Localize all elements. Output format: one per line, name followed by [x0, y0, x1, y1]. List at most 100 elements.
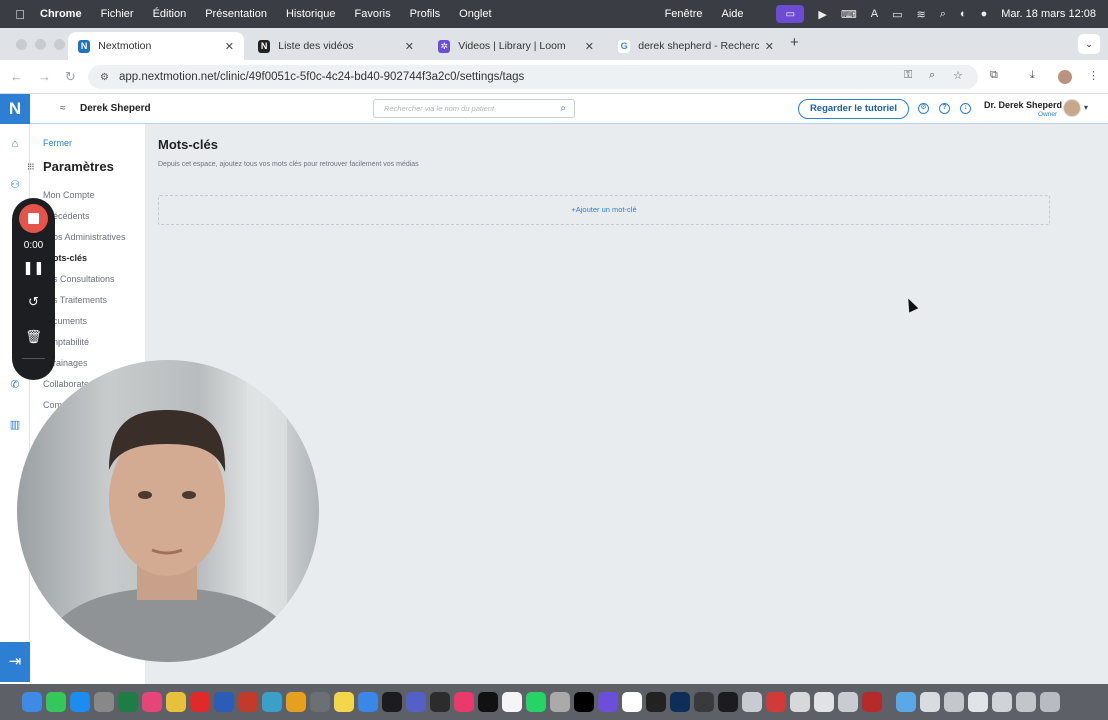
- phone-icon[interactable]: ✆: [8, 378, 22, 391]
- tab-loom[interactable]: ✲ Videos | Library | Loom ✕: [428, 32, 604, 60]
- trash-icon[interactable]: 🗑: [12, 329, 55, 345]
- stop-recording-button[interactable]: [19, 204, 48, 233]
- address-bar[interactable]: ⚙ app.nextmotion.net/clinic/49f0051c-5f0…: [88, 65, 978, 89]
- reload-icon[interactable]: ↻: [65, 69, 76, 85]
- terminal-icon[interactable]: [718, 692, 738, 712]
- menu-presentation[interactable]: Présentation: [205, 8, 267, 20]
- whatsapp-icon[interactable]: [526, 692, 546, 712]
- photos-icon[interactable]: [286, 692, 306, 712]
- stats-icon[interactable]: ▥: [8, 418, 22, 431]
- document-icon[interactable]: [944, 692, 964, 712]
- screenshot-icon[interactable]: [430, 692, 450, 712]
- notion-icon[interactable]: [622, 692, 642, 712]
- excel-icon[interactable]: [118, 692, 138, 712]
- site-info-icon[interactable]: ⚙: [100, 72, 109, 83]
- new-tab-icon[interactable]: +: [790, 34, 799, 51]
- sidebar-item-comptabilite[interactable]: nptabilité: [53, 337, 89, 347]
- chevron-down-icon[interactable]: ▾: [1084, 103, 1088, 112]
- sidebar-item-mon-compte[interactable]: Mon Compte: [43, 190, 95, 200]
- add-keyword-button[interactable]: +Ajouter un mot-clé: [158, 195, 1050, 225]
- menu-onglet[interactable]: Onglet: [459, 8, 491, 20]
- download-circle-icon[interactable]: ↓: [960, 103, 971, 114]
- pause-icon[interactable]: ❚❚: [12, 260, 55, 276]
- nextmotion-logo[interactable]: N: [0, 94, 30, 124]
- close-tab-icon[interactable]: ✕: [585, 40, 594, 53]
- patient-search-input[interactable]: Rechercher via le nom du patient ⌕: [373, 99, 575, 118]
- play-icon[interactable]: ▶: [818, 8, 826, 21]
- messages-icon[interactable]: [46, 692, 66, 712]
- notes-icon[interactable]: [334, 692, 354, 712]
- tiktok-icon[interactable]: [574, 692, 594, 712]
- tutorial-button[interactable]: Regarder le tutoriel: [798, 99, 909, 119]
- search-icon[interactable]: ⌕: [560, 100, 566, 117]
- menu-fichier[interactable]: Fichier: [101, 8, 134, 20]
- close-tab-icon[interactable]: ✕: [405, 40, 414, 53]
- sidebar-item-consultations[interactable]: s Consultations: [53, 274, 115, 284]
- keyboard-icon[interactable]: ⌨: [841, 8, 857, 21]
- settings-gear-icon[interactable]: ⚙: [918, 103, 929, 114]
- spotlight-icon[interactable]: ⌕: [940, 8, 946, 21]
- logout-icon[interactable]: ⇥: [0, 642, 30, 682]
- url-text[interactable]: app.nextmotion.net/clinic/49f0051c-5f0c-…: [119, 71, 524, 83]
- sidebar-item-antecedents[interactable]: écédents: [53, 211, 90, 221]
- system-preferences-icon[interactable]: [310, 692, 330, 712]
- menu-favoris[interactable]: Favoris: [355, 8, 391, 20]
- chrome-menu-icon[interactable]: ⋮: [1088, 69, 1099, 82]
- word-icon[interactable]: [214, 692, 234, 712]
- sidebar-item-documents[interactable]: cuments: [53, 316, 87, 326]
- wifi-icon[interactable]: ≋: [917, 8, 926, 21]
- photoshop-icon[interactable]: [670, 692, 690, 712]
- forward-icon[interactable]: →: [38, 69, 51, 84]
- password-key-icon[interactable]: ⚿: [904, 69, 912, 82]
- battery-icon[interactable]: ▭: [892, 8, 902, 21]
- tab-liste-videos[interactable]: N Liste des vidéos ✕: [248, 32, 424, 60]
- folder-icon[interactable]: [896, 692, 916, 712]
- document-icon[interactable]: [968, 692, 988, 712]
- loom-icon[interactable]: [598, 692, 618, 712]
- home-icon[interactable]: ⌂: [8, 138, 22, 150]
- sidebar-item-infos-administratives[interactable]: os Administratives: [53, 232, 126, 242]
- download-icon[interactable]: ⤓: [1030, 69, 1035, 82]
- close-settings-link[interactable]: Fermer: [43, 138, 72, 148]
- user-name[interactable]: Dr. Derek Sheperd: [984, 100, 1062, 110]
- patients-icon[interactable]: ⚇: [8, 178, 22, 191]
- profile-avatar[interactable]: [1058, 70, 1072, 84]
- close-tab-icon[interactable]: ✕: [225, 40, 234, 53]
- close-tab-icon[interactable]: ✕: [765, 40, 774, 53]
- minimize-window-icon[interactable]: [35, 39, 46, 50]
- tab-search-chevron-icon[interactable]: ⌄: [1078, 34, 1100, 54]
- menubar-clock[interactable]: Mar. 18 mars 12:08: [1001, 8, 1096, 20]
- sidebar-item-traitements[interactable]: s Traitements: [53, 295, 107, 305]
- calendar-icon[interactable]: [502, 692, 522, 712]
- app-icon[interactable]: [814, 692, 834, 712]
- apple-icon[interactable]: : [0, 7, 40, 22]
- control-center-icon[interactable]: ◐: [960, 8, 967, 20]
- menu-chrome[interactable]: Chrome: [40, 8, 82, 20]
- input-source-icon[interactable]: A: [871, 8, 878, 20]
- powerpoint-icon[interactable]: [238, 692, 258, 712]
- document-icon[interactable]: [920, 692, 940, 712]
- screen-recording-icon[interactable]: ▭: [776, 5, 805, 23]
- teams-icon[interactable]: [406, 692, 426, 712]
- chatgpt-icon[interactable]: [646, 692, 666, 712]
- menu-edition[interactable]: Édition: [153, 8, 187, 20]
- back-icon[interactable]: ←: [10, 69, 23, 84]
- zoom-icon[interactable]: ⌕: [929, 69, 935, 82]
- zoom-window-icon[interactable]: [54, 39, 65, 50]
- tab-google-search[interactable]: G derek shepherd - Recherche ✕: [608, 32, 784, 60]
- document-icon[interactable]: [992, 692, 1012, 712]
- clinic-name[interactable]: Derek Sheperd: [80, 103, 151, 114]
- chrome-icon[interactable]: [166, 692, 186, 712]
- capcut-icon[interactable]: [478, 692, 498, 712]
- app-icon[interactable]: [790, 692, 810, 712]
- help-icon[interactable]: ?: [939, 103, 950, 114]
- restart-icon[interactable]: ↺: [12, 294, 55, 310]
- final-cut-icon[interactable]: [382, 692, 402, 712]
- preview-icon[interactable]: [262, 692, 282, 712]
- dictionary-icon[interactable]: [862, 692, 882, 712]
- user-avatar[interactable]: [1063, 99, 1081, 117]
- app-icon[interactable]: [550, 692, 570, 712]
- app-store-icon[interactable]: [70, 692, 90, 712]
- menu-aide[interactable]: Aide: [721, 8, 743, 20]
- trash-icon[interactable]: [1040, 692, 1060, 712]
